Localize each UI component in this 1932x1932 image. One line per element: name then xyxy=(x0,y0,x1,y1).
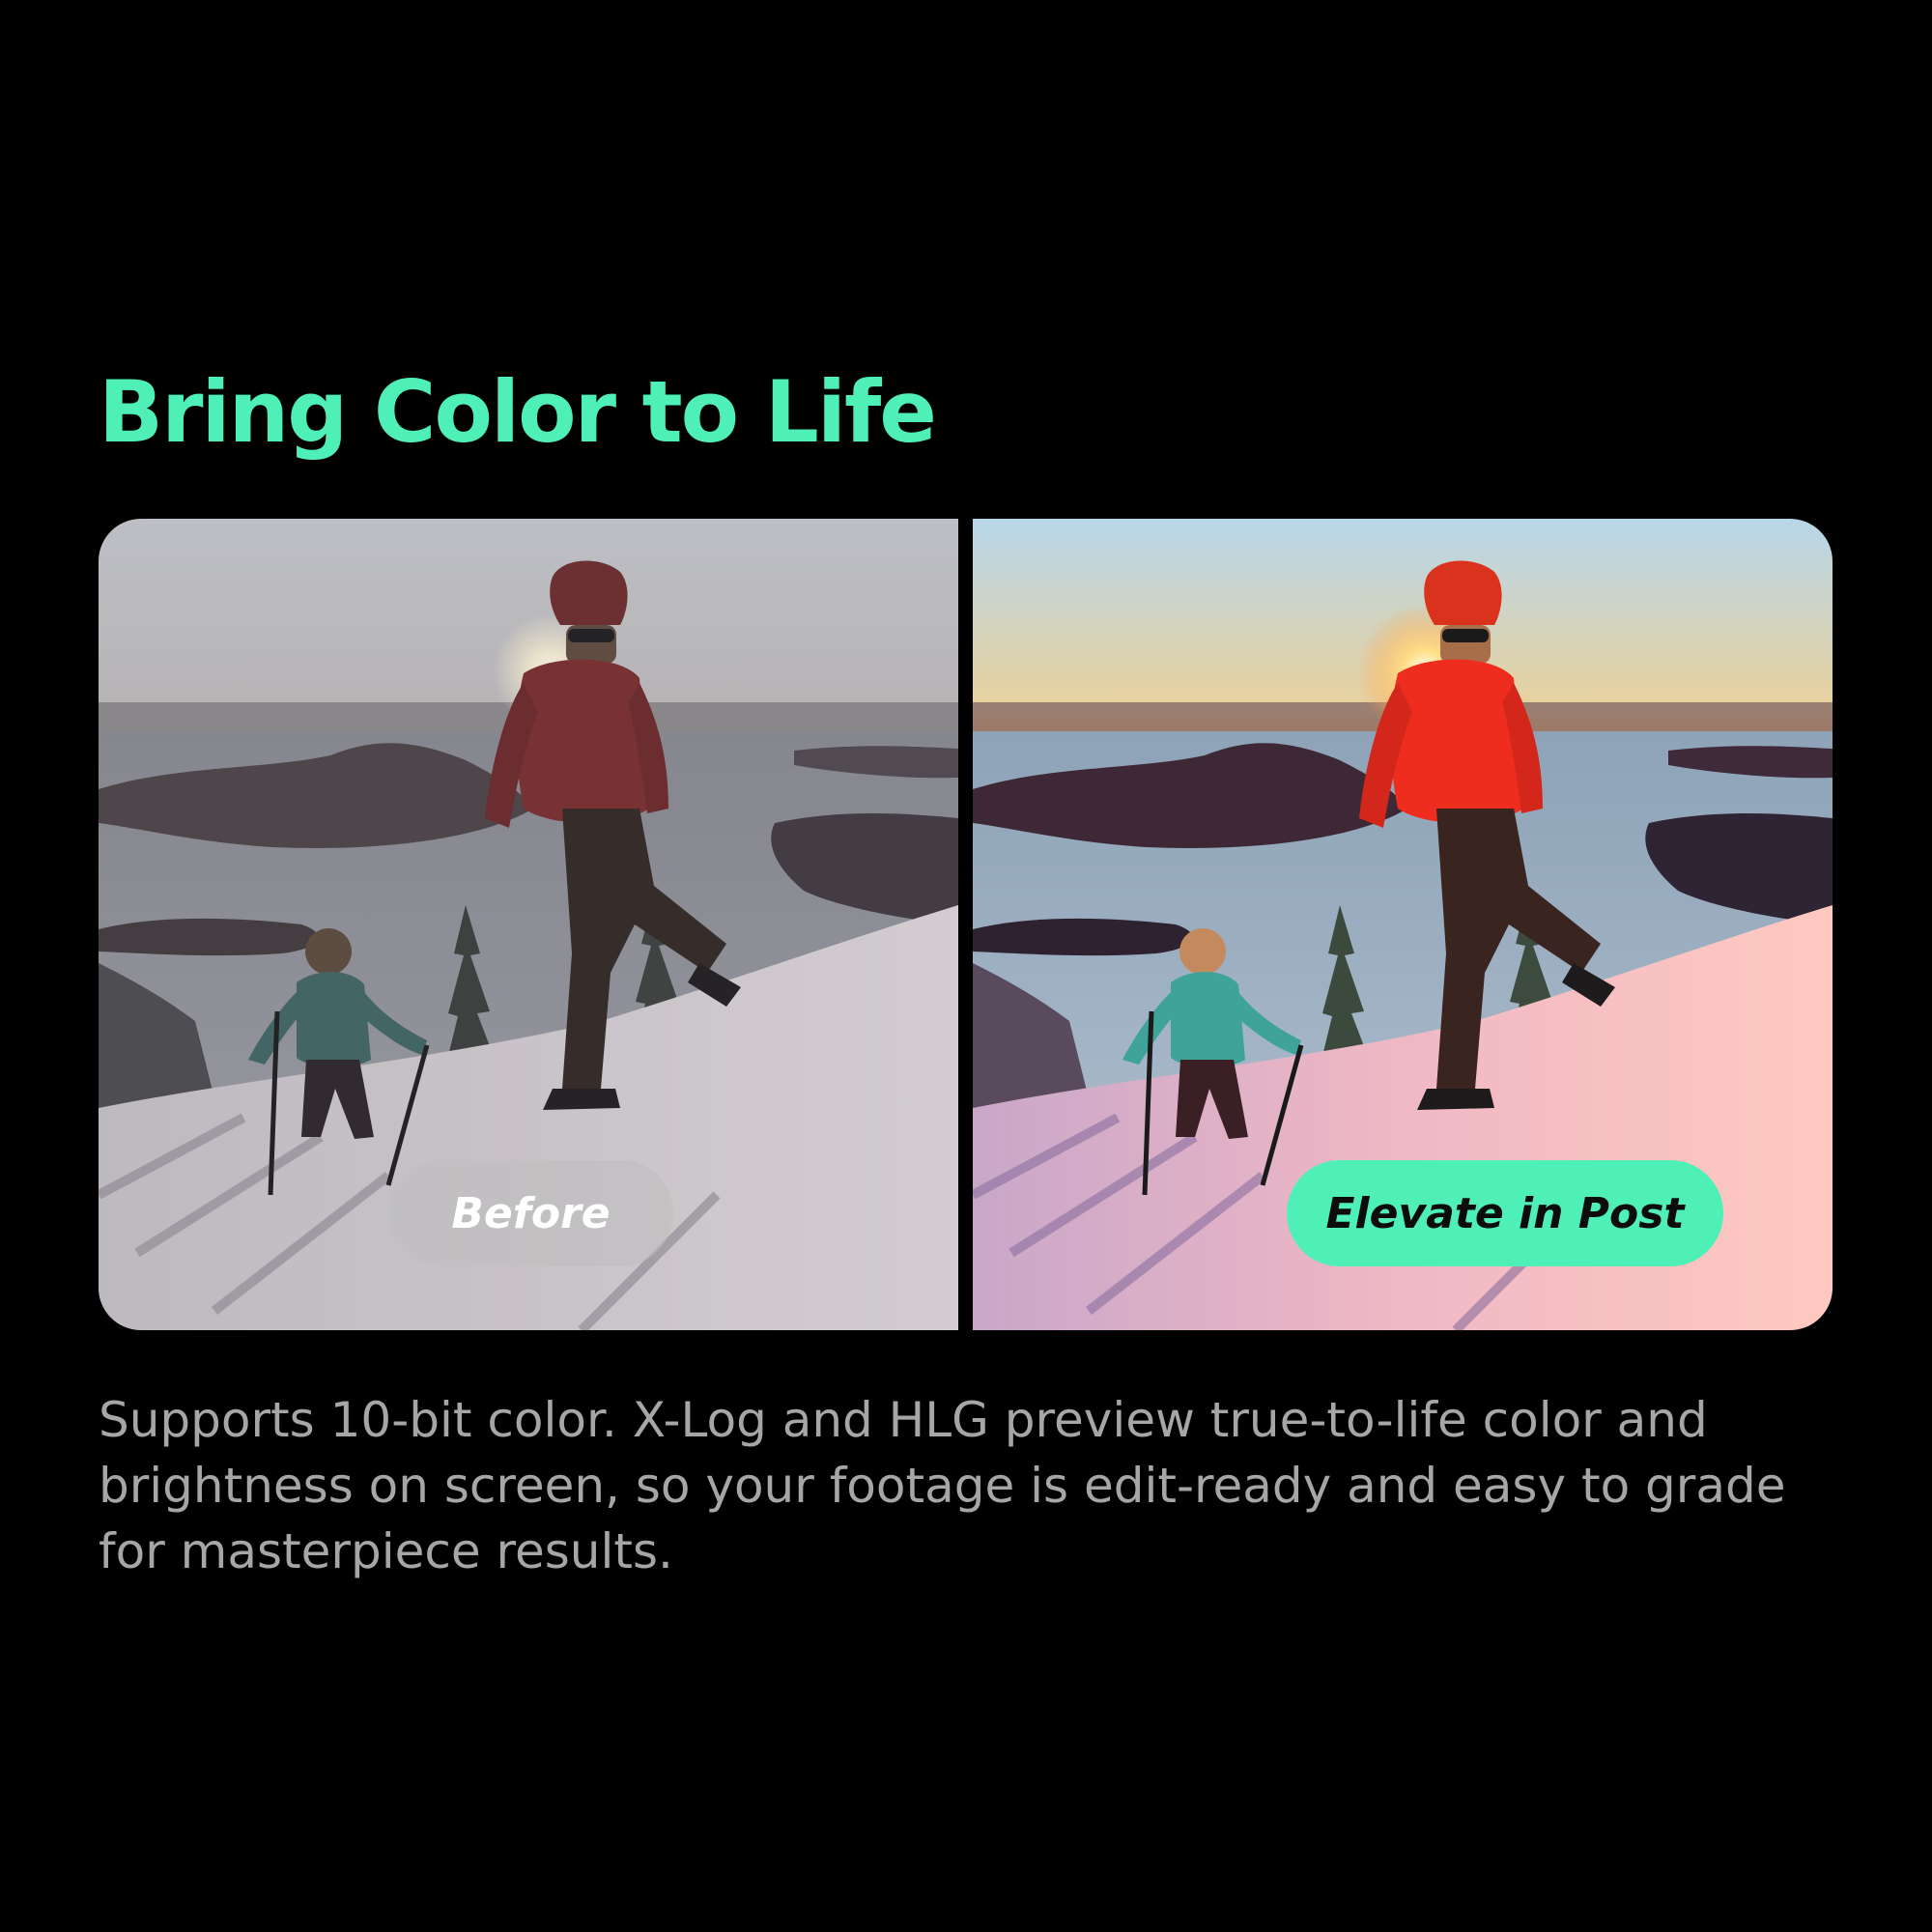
after-photo: Elevate in Post xyxy=(973,519,1833,1330)
before-label: Before xyxy=(388,1160,673,1266)
page-title: Bring Color to Life xyxy=(99,362,937,462)
page: Bring Color to Life Before Elevate in Po… xyxy=(0,0,1932,1932)
description-text: Supports 10-bit color. X-Log and HLG pre… xyxy=(99,1392,1786,1579)
before-after-comparison: Before Elevate in Post xyxy=(99,519,1833,1330)
comparison-divider xyxy=(958,519,973,1330)
after-label: Elevate in Post xyxy=(1287,1160,1723,1266)
before-photo: Before xyxy=(99,519,958,1330)
